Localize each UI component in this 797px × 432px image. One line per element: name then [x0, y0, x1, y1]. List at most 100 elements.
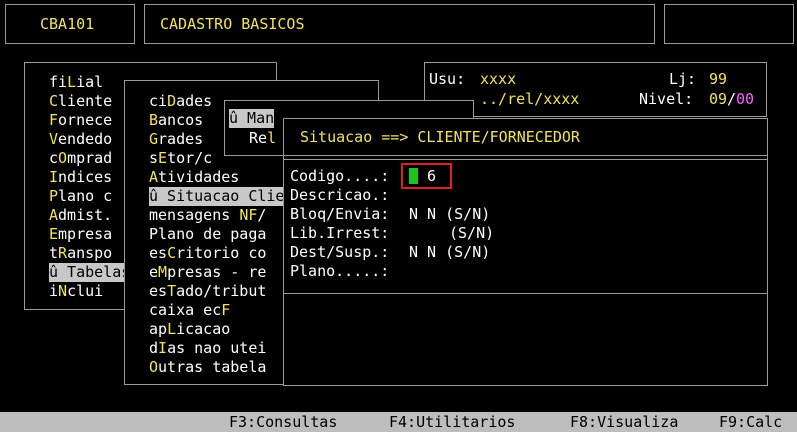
- submenu3-item-relatorio-label: Re: [249, 129, 268, 147]
- main-menu-item[interactable]: û Tabelas: [49, 263, 131, 282]
- tables-submenu-item-text: ap: [149, 320, 168, 338]
- tables-submenu-item[interactable]: Plano de paga: [149, 225, 266, 244]
- tables-submenu-item[interactable]: caixa ecF: [149, 301, 230, 320]
- tables-submenu-item-text: û Situacao Clie: [149, 187, 285, 205]
- tables-submenu-item-text-rest: icacao: [176, 320, 231, 338]
- main-menu-item-hotkey: E: [49, 225, 59, 243]
- tables-submenu-item[interactable]: dIas nao utei: [149, 339, 266, 358]
- f8-visualiza-key[interactable]: F8:Visualiza: [570, 413, 678, 432]
- main-menu-item[interactable]: iNclui: [49, 282, 103, 301]
- dest-value[interactable]: N N (S/N): [409, 243, 490, 262]
- dialog-divider-2: [284, 159, 767, 160]
- tables-submenu-item-hotkey: NF: [239, 206, 258, 224]
- main-menu-item-text-rest: mprad: [67, 149, 113, 167]
- codigo-input-focus[interactable]: 6: [401, 163, 452, 189]
- tables-submenu-item[interactable]: Outras tabela: [149, 358, 266, 377]
- main-menu-item[interactable]: Empresa: [49, 225, 112, 244]
- tables-submenu-item-hotkey: O: [149, 358, 159, 376]
- main-menu-item[interactable]: tRanspo: [49, 244, 112, 263]
- tables-submenu-item[interactable]: ciDades: [149, 92, 212, 111]
- main-menu-item[interactable]: Fornece: [49, 111, 112, 130]
- lib-value[interactable]: (S/N): [449, 224, 494, 243]
- main-menu-item[interactable]: Plano c: [49, 187, 112, 206]
- tables-submenu-item-text-rest: as nao utei: [167, 339, 267, 357]
- tables-submenu-item-hotkey: T: [167, 282, 177, 300]
- text-cursor: [409, 168, 418, 184]
- codigo-input[interactable]: 6: [409, 167, 436, 186]
- main-menu-item-hotkey: R: [58, 244, 68, 262]
- tables-submenu-item-hotkey: M: [158, 263, 168, 281]
- tables-submenu-item[interactable]: Bancos: [149, 111, 203, 130]
- tables-submenu-item-hotkey: F: [221, 301, 231, 319]
- bloq-label: Bloq/Envia:: [290, 205, 390, 223]
- function-key-bar: F3:Consultas F4:Utilitarios F8:Visualiza…: [0, 412, 797, 432]
- tables-submenu-item-hotkey: B: [149, 111, 159, 129]
- main-menu-item[interactable]: cOmprad: [49, 149, 112, 168]
- codigo-label: Codigo....:: [290, 167, 390, 185]
- descricao-label: Descricao.:: [290, 186, 390, 204]
- main-menu-item[interactable]: Vendedo: [49, 130, 112, 149]
- program-code: CBA101: [40, 15, 95, 33]
- main-menu-item-hotkey: P: [49, 187, 59, 205]
- tables-submenu-item[interactable]: apLicacao: [149, 320, 230, 339]
- tables-submenu-item-text: s: [149, 149, 159, 167]
- tables-submenu-item-hotkey: D: [167, 92, 177, 110]
- tables-submenu-item-text-rest: /: [257, 206, 267, 224]
- main-menu-item-hotkey: N: [58, 282, 68, 300]
- main-menu-item[interactable]: Cliente: [49, 92, 112, 111]
- main-menu-item-hotkey: V: [49, 130, 59, 148]
- main-menu-item[interactable]: Indices: [49, 168, 112, 187]
- level-value: 09: [709, 90, 728, 108]
- main-menu-item-text: c: [49, 149, 59, 167]
- dialog-divider: [284, 155, 767, 156]
- tables-submenu-item[interactable]: Grades: [149, 130, 203, 149]
- tables-submenu-item[interactable]: û Situacao Clie: [149, 187, 285, 206]
- main-menu-item-text-rest: liente: [58, 92, 113, 110]
- f4-utilitarios-key[interactable]: F4:Utilitarios: [389, 413, 515, 432]
- main-menu-item-hotkey: F: [49, 111, 59, 129]
- tables-submenu-item-text-rest: ritorio co: [176, 244, 267, 262]
- tables-submenu-item-text: caixa ec: [149, 301, 222, 319]
- tables-submenu-item[interactable]: esTado/tribut: [149, 282, 266, 301]
- main-menu-item-hotkey: L: [67, 73, 77, 91]
- level-label: Nivel:: [639, 90, 694, 108]
- main-menu-item-text: fi: [49, 73, 68, 91]
- main-menu-item[interactable]: Admist.: [49, 206, 112, 225]
- store-label: Lj:: [669, 70, 697, 88]
- main-menu-item-hotkey: C: [49, 92, 59, 110]
- tables-submenu-item[interactable]: Atividades: [149, 168, 239, 187]
- user-label: Usu:: [429, 70, 466, 88]
- dialog-section-divider: [284, 293, 767, 294]
- tables-submenu-item-text: es: [149, 244, 168, 262]
- tables-submenu-item[interactable]: esCritorio co: [149, 244, 266, 263]
- tables-submenu-item[interactable]: mensagens NF/: [149, 206, 266, 225]
- tables-submenu-item-text: d: [149, 339, 159, 357]
- tables-submenu-item-hotkey: A: [149, 168, 159, 186]
- tables-submenu-item-text-rest: tividades: [158, 168, 240, 186]
- tables-submenu-item[interactable]: sEtor/c: [149, 149, 212, 168]
- submenu3-item-relatorio[interactable]: Rel: [249, 129, 276, 148]
- main-menu-item-text-rest: ial: [76, 73, 104, 91]
- program-title: CADASTRO BASICOS: [160, 15, 305, 33]
- program-code-box: CBA101: [5, 4, 135, 44]
- f3-consultas-key[interactable]: F3:Consultas: [229, 413, 337, 432]
- report-path: ../rel/xxxx: [480, 90, 580, 108]
- main-menu-item-hotkey: O: [58, 149, 68, 167]
- main-menu-item[interactable]: fiLial: [49, 73, 103, 92]
- lib-label: Lib.Irrest:: [290, 224, 390, 242]
- bloq-value[interactable]: N N (S/N): [409, 205, 490, 224]
- tables-submenu-item[interactable]: eMpresas - re: [149, 263, 266, 282]
- submenu3-item-manutencao[interactable]: û Man: [229, 109, 275, 128]
- tables-submenu-item-text: ci: [149, 92, 168, 110]
- tables-submenu-item-hotkey: C: [167, 244, 177, 262]
- tables-submenu-item-hotkey: I: [158, 339, 168, 357]
- program-title-box: CADASTRO BASICOS: [144, 4, 655, 44]
- f9-calc-key[interactable]: F9:Calc: [719, 413, 782, 432]
- main-menu-item-text: t: [49, 244, 59, 262]
- store-value: 99: [709, 70, 728, 88]
- main-menu-item-hotkey: I: [49, 168, 59, 186]
- tables-submenu-item-text-rest: presas - re: [167, 263, 267, 281]
- main-menu-item-text-rest: ndices: [58, 168, 113, 186]
- main-menu-item-text-rest: lano c: [58, 187, 113, 205]
- tables-submenu-item-text-rest: utras tabela: [158, 358, 267, 376]
